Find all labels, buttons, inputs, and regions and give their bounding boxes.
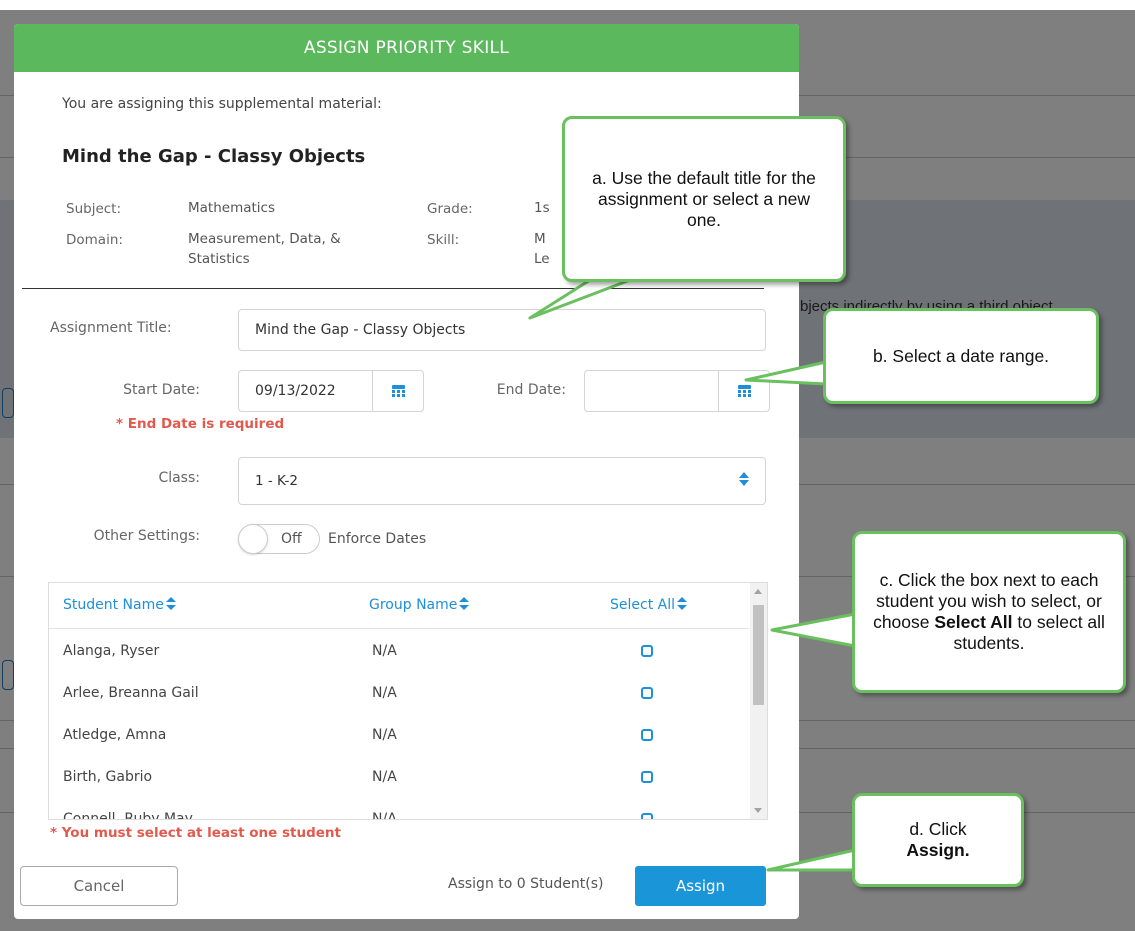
calendar-icon (391, 385, 405, 397)
assign-count-text: Assign to 0 Student(s) (448, 876, 604, 892)
grade-value: 1s (534, 200, 550, 216)
callout-a: a. Use the default title for the assignm… (562, 116, 846, 282)
sort-icon (165, 597, 176, 611)
student-name-cell: Birth, Gabrio (63, 769, 153, 785)
material-title: Mind the Gap - Classy Objects (62, 146, 366, 167)
group-name-cell: N/A (372, 811, 397, 820)
domain-label: Domain: (66, 232, 123, 248)
end-date-input[interactable] (584, 370, 719, 412)
assign-button[interactable]: Assign (635, 866, 766, 906)
student-select-checkbox[interactable] (641, 771, 653, 783)
sort-icon (459, 597, 470, 611)
toggle-knob (238, 524, 268, 554)
calendar-icon (737, 385, 751, 397)
class-select-value: 1 - K-2 (255, 473, 298, 489)
callout-d-bold: Assign. (906, 840, 970, 860)
callout-d-text: d. Click (909, 819, 967, 839)
assignment-title-input[interactable]: Mind the Gap - Classy Objects (238, 309, 766, 351)
table-header-divider (49, 628, 749, 629)
student-select-checkbox[interactable] (641, 645, 653, 657)
scroll-down-arrow-icon[interactable] (754, 808, 762, 813)
callout-a-text: a. Use the default title for the assignm… (592, 167, 816, 230)
callout-c-text: c. Click the box next to each student yo… (873, 570, 1105, 653)
start-date-label: Start Date: (123, 382, 200, 398)
skill-label: Skill: (427, 232, 460, 248)
background-top-strip (0, 0, 1135, 10)
table-row: Alanga, Ryser N/A (49, 631, 749, 673)
section-divider (22, 288, 764, 289)
grade-label: Grade: (427, 201, 473, 217)
table-row: Birth, Gabrio N/A (49, 757, 749, 799)
column-header-select-all[interactable]: Select All (610, 597, 687, 613)
group-name-cell: N/A (372, 685, 397, 701)
end-date-error: * End Date is required (116, 416, 285, 432)
start-date-input[interactable]: 09/13/2022 (238, 370, 373, 412)
student-name-cell: Alanga, Ryser (63, 643, 160, 659)
dialog-title: ASSIGN PRIORITY SKILL (14, 24, 799, 72)
end-date-label: End Date: (496, 382, 566, 398)
column-header-student-name[interactable]: Student Name (63, 597, 176, 613)
student-name-cell: Atledge, Amna (63, 727, 167, 743)
student-select-checkbox[interactable] (641, 729, 653, 741)
table-row: Atledge, Amna N/A (49, 715, 749, 757)
student-name-cell: Arlee, Breanna Gail (63, 685, 199, 701)
student-selection-error: * You must select at least one student (50, 825, 341, 841)
sort-icon (677, 597, 687, 611)
assignment-title-label: Assignment Title: (50, 320, 172, 336)
callout-c: c. Click the box next to each student yo… (852, 531, 1126, 693)
subject-label: Subject: (66, 201, 122, 217)
scroll-thumb[interactable] (753, 605, 764, 705)
enforce-dates-label: Enforce Dates (328, 531, 427, 547)
class-label: Class: (158, 470, 200, 486)
student-select-checkbox[interactable] (641, 813, 653, 819)
table-row: Connell, Ruby May N/A (49, 799, 749, 820)
domain-value: Measurement, Data, & Statistics (188, 231, 341, 267)
select-caret-icon (739, 472, 749, 486)
table-row: Arlee, Breanna Gail N/A (49, 673, 749, 715)
student-name-cell: Connell, Ruby May (63, 811, 193, 820)
start-date-calendar-button[interactable] (372, 370, 424, 412)
intro-text: You are assigning this supplemental mate… (62, 96, 382, 112)
student-select-checkbox[interactable] (641, 687, 653, 699)
callout-b: b. Select a date range. (823, 308, 1099, 404)
group-name-cell: N/A (372, 643, 397, 659)
group-name-cell: N/A (372, 727, 397, 743)
callout-b-text: b. Select a date range. (872, 345, 1050, 366)
other-settings-label: Other Settings: (93, 528, 200, 544)
enforce-dates-toggle[interactable]: Off (238, 524, 320, 554)
skill-value: M Le (534, 231, 550, 267)
toggle-state-text: Off (281, 531, 302, 547)
class-select[interactable]: 1 - K-2 (238, 457, 766, 505)
end-date-calendar-button[interactable] (718, 370, 770, 412)
group-name-cell: N/A (372, 769, 397, 785)
table-scrollbar[interactable] (750, 583, 767, 819)
callout-d: d. Click Assign. (852, 793, 1024, 887)
scroll-up-arrow-icon[interactable] (754, 589, 762, 594)
subject-value: Mathematics (188, 200, 275, 216)
cancel-button[interactable]: Cancel (20, 866, 178, 906)
student-table: Student Name Group Name Select All Alang… (48, 582, 768, 820)
column-header-group-name[interactable]: Group Name (369, 597, 470, 613)
